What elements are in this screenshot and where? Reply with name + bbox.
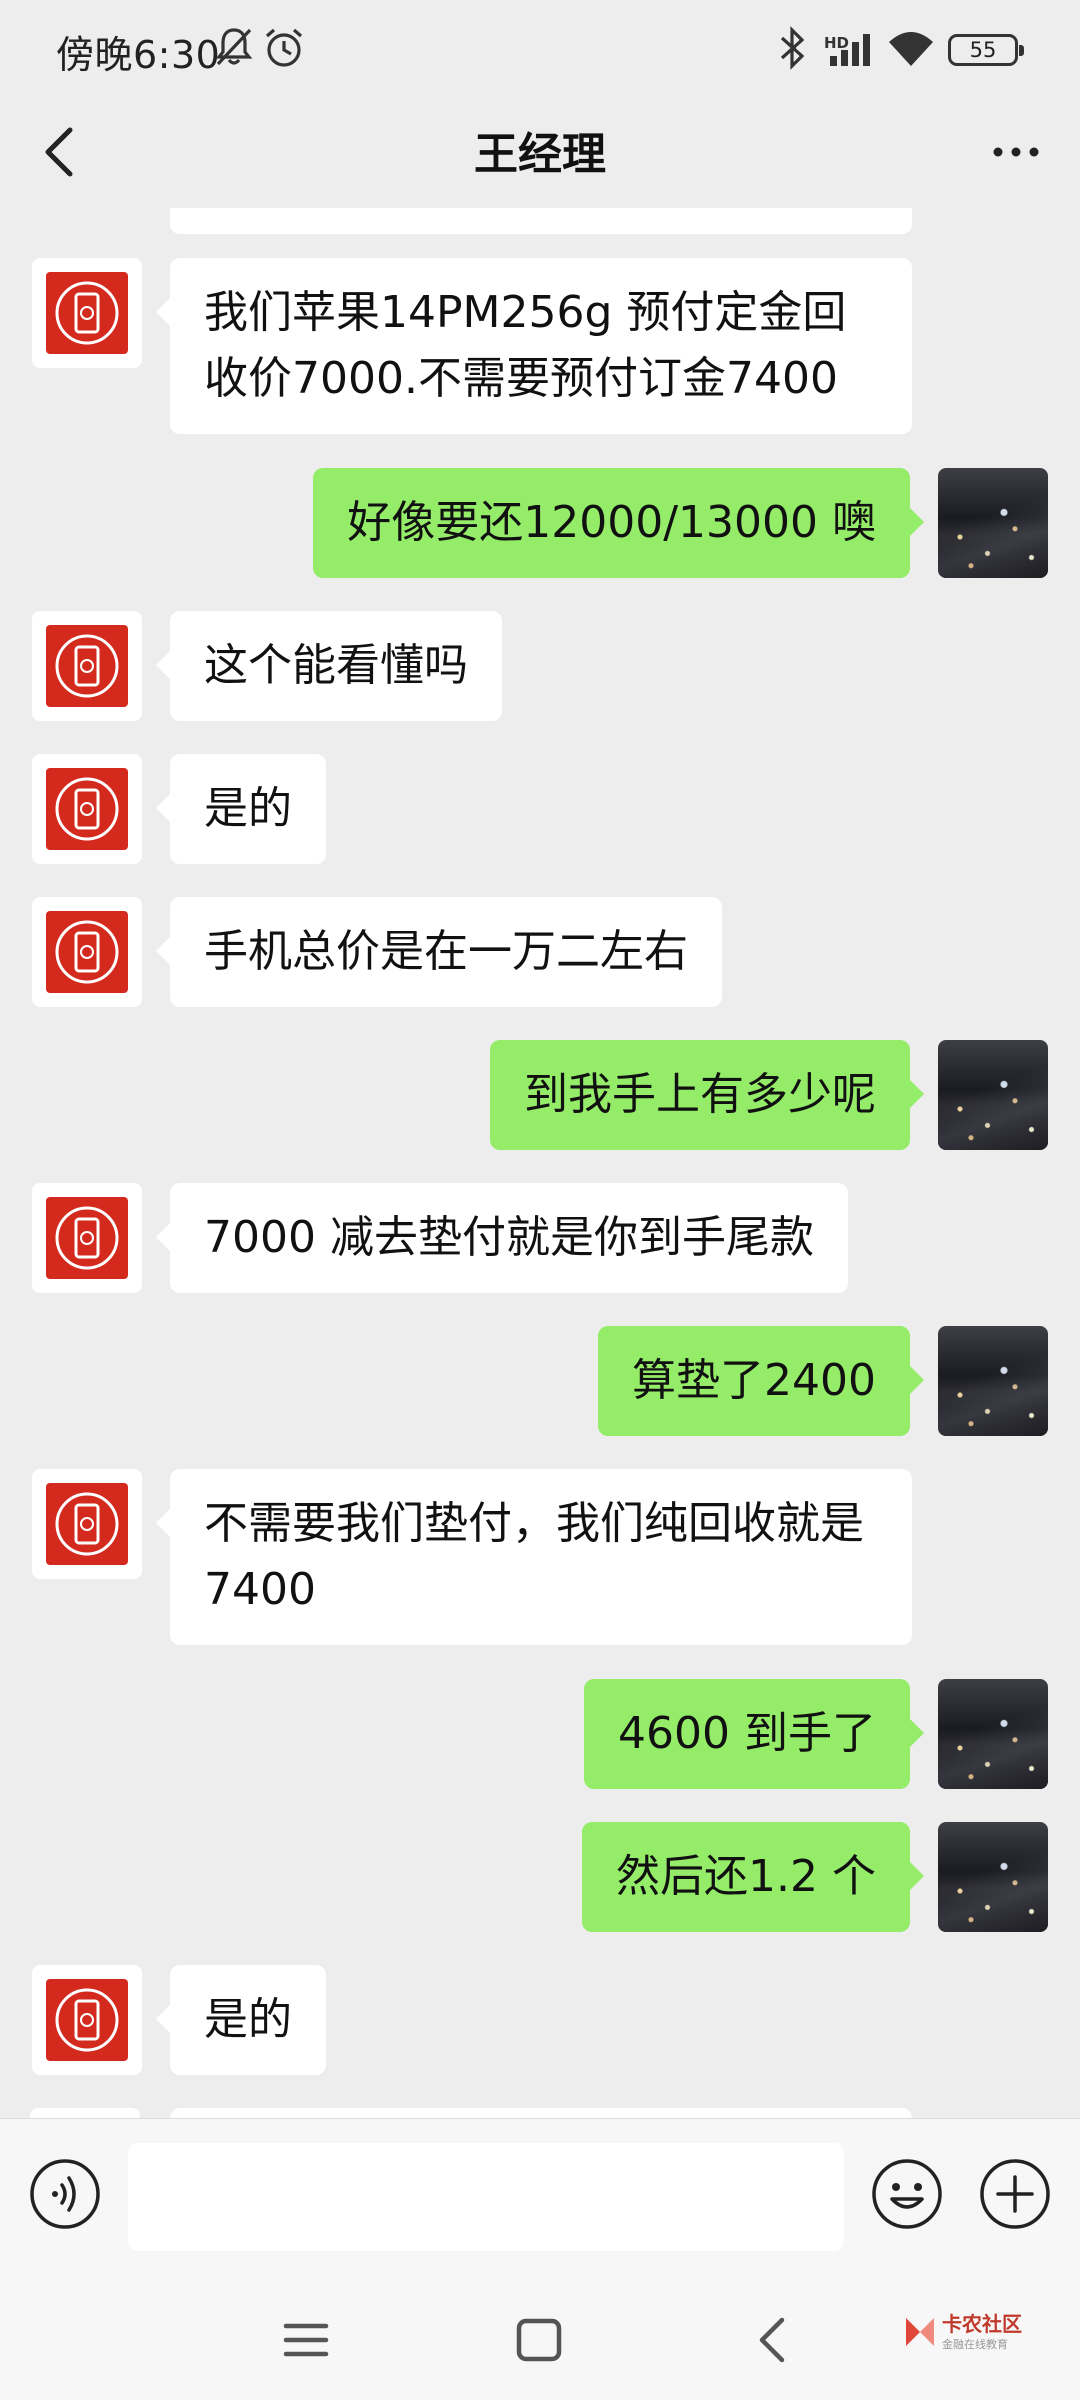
signal-icon (830, 34, 870, 66)
contact-avatar[interactable] (32, 1965, 142, 2075)
emoji-icon[interactable] (870, 2157, 944, 2231)
message-bubble[interactable]: 7000 减去垫付就是你到手尾款 (156, 1183, 848, 1293)
alarm-icon (265, 28, 303, 67)
system-nav-bar: 卡农社区 金融在线教育 (0, 2278, 1080, 2400)
recycle-phone-icon (46, 911, 128, 993)
wifi-icon (889, 32, 933, 66)
partial-message-top (170, 208, 912, 234)
battery-level: 55 (969, 38, 997, 62)
message-bubble[interactable]: 这个能看懂吗 (156, 611, 502, 721)
message-bubble[interactable]: 4600 到手了 (584, 1679, 924, 1789)
contact-avatar[interactable] (32, 1469, 142, 1579)
message-bubble[interactable]: 我们苹果14PM256g 预付定金回收价7000.不需要预付订金7400 (156, 258, 912, 434)
status-bar: 傍晚6:30 HD 55 (0, 0, 1080, 96)
bluetooth-icon (780, 26, 805, 70)
user-avatar[interactable] (938, 1326, 1048, 1436)
home-icon[interactable] (514, 2316, 564, 2364)
message-list[interactable]: 我们苹果14PM256g 预付定金回收价7000.不需要预付订金7400 好像要… (0, 208, 1080, 2118)
recycle-phone-icon (46, 1197, 128, 1279)
message-bubble[interactable]: 然后还1.2 个 (582, 1822, 924, 1932)
partial-message-bottom (170, 2108, 912, 2118)
contact-avatar[interactable] (32, 897, 142, 1007)
menu-icon[interactable] (282, 2318, 330, 2362)
contact-avatar[interactable] (32, 611, 142, 721)
chat-header: 王经理 (0, 96, 1080, 208)
partial-avatar-bottom (30, 2108, 140, 2118)
message-bubble[interactable]: 是的 (156, 1965, 326, 2075)
message-bubble[interactable]: 不需要我们垫付，我们纯回收就是7400 (156, 1469, 912, 1645)
message-bubble[interactable]: 好像要还12000/13000 噢 (313, 468, 924, 578)
message-bubble[interactable]: 是的 (156, 754, 326, 864)
back-icon[interactable] (752, 2314, 792, 2366)
contact-avatar[interactable] (32, 754, 142, 864)
recycle-phone-icon (46, 1979, 128, 2061)
recycle-phone-icon (46, 625, 128, 707)
recycle-phone-icon (46, 272, 128, 354)
watermark-logo: 卡农社区 金融在线教育 (902, 2306, 1022, 2366)
contact-avatar[interactable] (32, 1183, 142, 1293)
plus-icon[interactable] (978, 2157, 1052, 2231)
watermark-tagline: 金融在线教育 (942, 2338, 1008, 2351)
input-bar (0, 2118, 1080, 2278)
contact-avatar[interactable] (32, 258, 142, 368)
message-bubble[interactable]: 手机总价是在一万二左右 (156, 897, 722, 1007)
status-time: 傍晚6:30 (56, 33, 221, 77)
user-avatar[interactable] (938, 468, 1048, 578)
recycle-phone-icon (46, 768, 128, 850)
message-bubble[interactable]: 算垫了2400 (598, 1326, 924, 1436)
user-avatar[interactable] (938, 1822, 1048, 1932)
watermark-name: 卡农社区 (942, 2312, 1022, 2336)
user-avatar[interactable] (938, 1040, 1048, 1150)
chat-title: 王经理 (474, 129, 606, 180)
message-input[interactable] (128, 2143, 844, 2251)
recycle-phone-icon (46, 1483, 128, 1565)
more-dots-icon[interactable] (986, 124, 1046, 180)
voice-icon[interactable] (28, 2157, 102, 2231)
kanong-logo-icon (906, 2318, 934, 2346)
message-bubble[interactable]: 到我手上有多少呢 (490, 1040, 924, 1150)
bell-off-icon (215, 28, 253, 66)
battery-icon: 55 (948, 34, 1024, 66)
user-avatar[interactable] (938, 1679, 1048, 1789)
